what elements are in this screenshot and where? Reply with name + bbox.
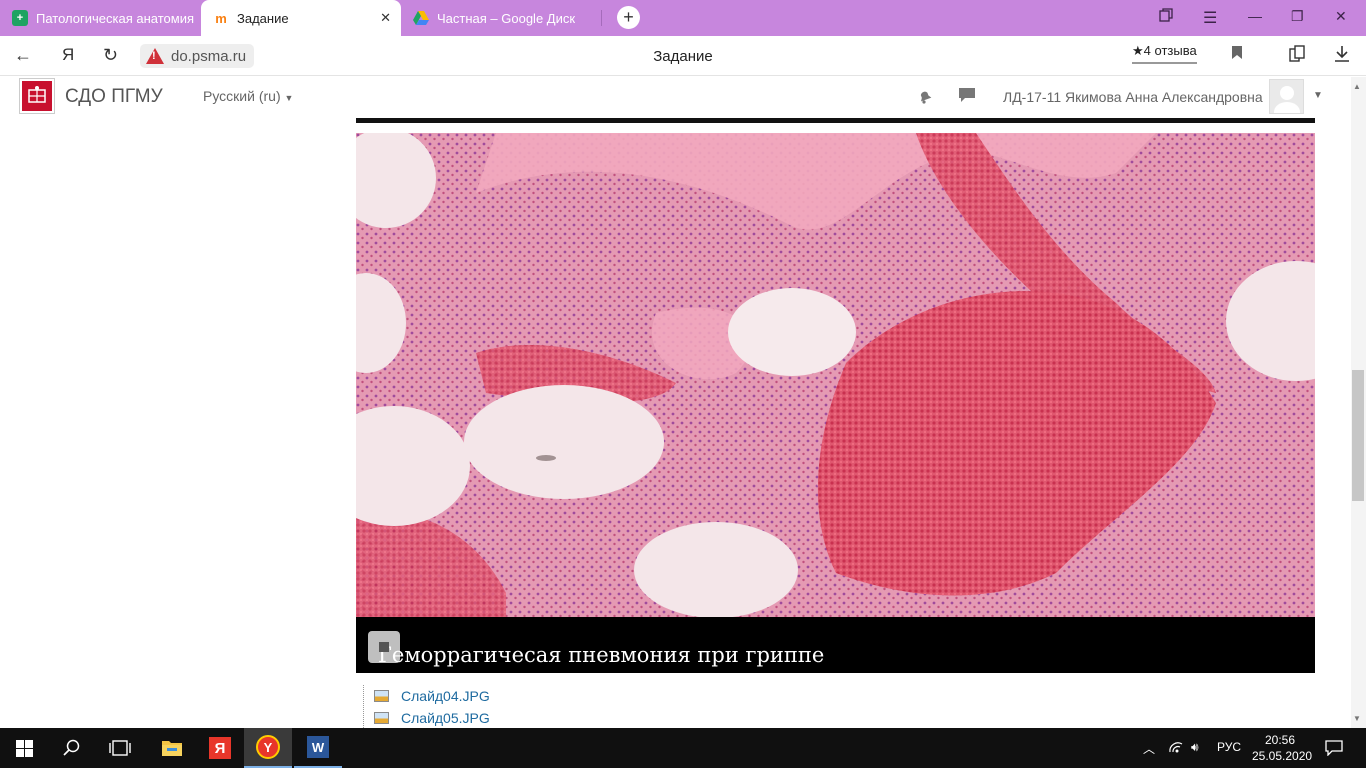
file-item[interactable]: Слайд04.JPG bbox=[363, 685, 490, 707]
viewer-top-border bbox=[356, 118, 1315, 123]
word-icon: W bbox=[307, 736, 329, 758]
warning-icon bbox=[146, 48, 164, 64]
clock-time: 20:56 bbox=[1264, 733, 1296, 747]
taskbar-yandex-browser[interactable]: Y bbox=[244, 728, 292, 768]
input-language[interactable]: РУС bbox=[1217, 740, 1241, 754]
user-avatar[interactable] bbox=[1269, 79, 1304, 114]
menu-icon[interactable]: ☰ bbox=[1203, 8, 1217, 28]
taskbar-file-explorer[interactable] bbox=[148, 728, 196, 768]
system-clock[interactable]: 20:56 25.05.2020 bbox=[1252, 732, 1313, 764]
scroll-up-icon[interactable]: ▲ bbox=[1353, 82, 1361, 91]
folder-icon bbox=[162, 741, 182, 756]
url-text: do.psma.ru bbox=[171, 47, 247, 65]
stop-icon bbox=[379, 642, 389, 652]
task-view-icon bbox=[109, 740, 131, 756]
moodle-icon: m bbox=[215, 10, 227, 26]
taskbar-word[interactable]: W bbox=[294, 728, 342, 768]
image-file-icon bbox=[374, 712, 389, 724]
close-tab-icon[interactable]: ✕ bbox=[380, 10, 391, 26]
site-logo-icon[interactable] bbox=[19, 78, 55, 114]
user-name[interactable]: ЛД-17-11 Якимова Анна Александровна bbox=[1003, 89, 1263, 105]
show-hidden-icons-icon[interactable]: ︿ bbox=[1143, 740, 1155, 757]
clock-date: 25.05.2020 bbox=[1252, 749, 1313, 763]
scroll-down-icon[interactable]: ▼ bbox=[1353, 714, 1361, 723]
caption-bar: Геморрагичесая пневмония при гриппе bbox=[356, 617, 1315, 673]
yandex-browser-icon: Y bbox=[256, 735, 280, 759]
slide-caption: Геморрагичесая пневмония при гриппе bbox=[378, 643, 825, 667]
notifications-bell-icon[interactable] bbox=[916, 87, 933, 109]
table-icon: + bbox=[12, 10, 28, 26]
tabs-menu-icon[interactable] bbox=[1159, 8, 1173, 25]
download-icon[interactable] bbox=[1334, 45, 1350, 68]
address-bar: ← Я ↻ do.psma.ru Задание ★4 отзыва bbox=[0, 36, 1366, 76]
yandex-icon: Я bbox=[209, 737, 231, 759]
windows-taskbar: Я Y W ︿ 🔊︎ РУС 20:56 25.05.2020 bbox=[0, 728, 1366, 768]
reload-icon[interactable]: ↻ bbox=[103, 45, 118, 66]
tab-label: Задание bbox=[237, 10, 289, 26]
image-file-icon bbox=[374, 690, 389, 702]
file-item[interactable]: Слайд05.JPG bbox=[363, 707, 490, 729]
tab-label: Патологическая анатомия bbox=[36, 10, 194, 26]
search-button[interactable] bbox=[48, 728, 96, 768]
browser-tab-strip: + Патологическая анатомия m Задание ✕ Ча… bbox=[0, 0, 1366, 36]
slide-image bbox=[356, 133, 1315, 617]
minimize-icon[interactable]: — bbox=[1248, 8, 1262, 24]
volume-icon[interactable]: 🔊︎ bbox=[1191, 740, 1199, 755]
user-menu-caret-icon[interactable]: ▼ bbox=[1313, 90, 1323, 101]
tab-assignment[interactable]: m Задание ✕ bbox=[201, 0, 401, 36]
collections-icon[interactable] bbox=[1288, 45, 1306, 68]
slideshow-control-button[interactable] bbox=[368, 631, 400, 663]
start-button[interactable] bbox=[0, 728, 48, 768]
site-header: СДО ПГМУ Русский (ru) ▼ ЛД-17-11 Якимова… bbox=[0, 77, 1351, 120]
google-drive-icon bbox=[413, 10, 429, 26]
new-tab-button[interactable]: + bbox=[617, 6, 640, 29]
windows-logo-icon bbox=[15, 739, 33, 757]
reviews-button[interactable]: ★4 отзыва bbox=[1132, 43, 1197, 64]
file-link[interactable]: Слайд04.JPG bbox=[401, 688, 490, 704]
tab-pathology[interactable]: + Патологическая анатомия bbox=[0, 0, 200, 36]
search-icon bbox=[63, 739, 80, 756]
scrollbar-thumb[interactable] bbox=[1352, 370, 1364, 501]
network-icon[interactable] bbox=[1168, 740, 1184, 757]
taskbar-yandex[interactable]: Я bbox=[196, 728, 244, 768]
site-name[interactable]: СДО ПГМУ bbox=[65, 86, 163, 108]
bookmark-icon[interactable] bbox=[1231, 45, 1243, 65]
slide-viewer: Геморрагичесая пневмония при гриппе bbox=[356, 133, 1315, 673]
tab-divider bbox=[601, 10, 602, 26]
tab-label: Частная – Google Диск bbox=[437, 10, 576, 26]
chevron-down-icon: ▼ bbox=[284, 93, 294, 103]
yandex-logo-icon[interactable]: Я bbox=[62, 45, 74, 65]
tab-google-drive[interactable]: Частная – Google Диск bbox=[401, 0, 601, 36]
close-window-icon[interactable]: ✕ bbox=[1335, 8, 1347, 25]
notifications-icon[interactable] bbox=[1325, 740, 1343, 759]
language-menu[interactable]: Русский (ru) ▼ bbox=[203, 88, 293, 104]
back-icon[interactable]: ← bbox=[14, 45, 32, 66]
messages-icon[interactable] bbox=[958, 87, 976, 108]
url-field[interactable]: do.psma.ru bbox=[140, 44, 255, 68]
restore-icon[interactable]: ❐ bbox=[1291, 8, 1304, 25]
file-link[interactable]: Слайд05.JPG bbox=[401, 710, 490, 726]
file-list: Слайд04.JPG Слайд05.JPG bbox=[363, 685, 490, 729]
language-label: Русский (ru) bbox=[203, 88, 281, 104]
task-view-button[interactable] bbox=[96, 728, 144, 768]
